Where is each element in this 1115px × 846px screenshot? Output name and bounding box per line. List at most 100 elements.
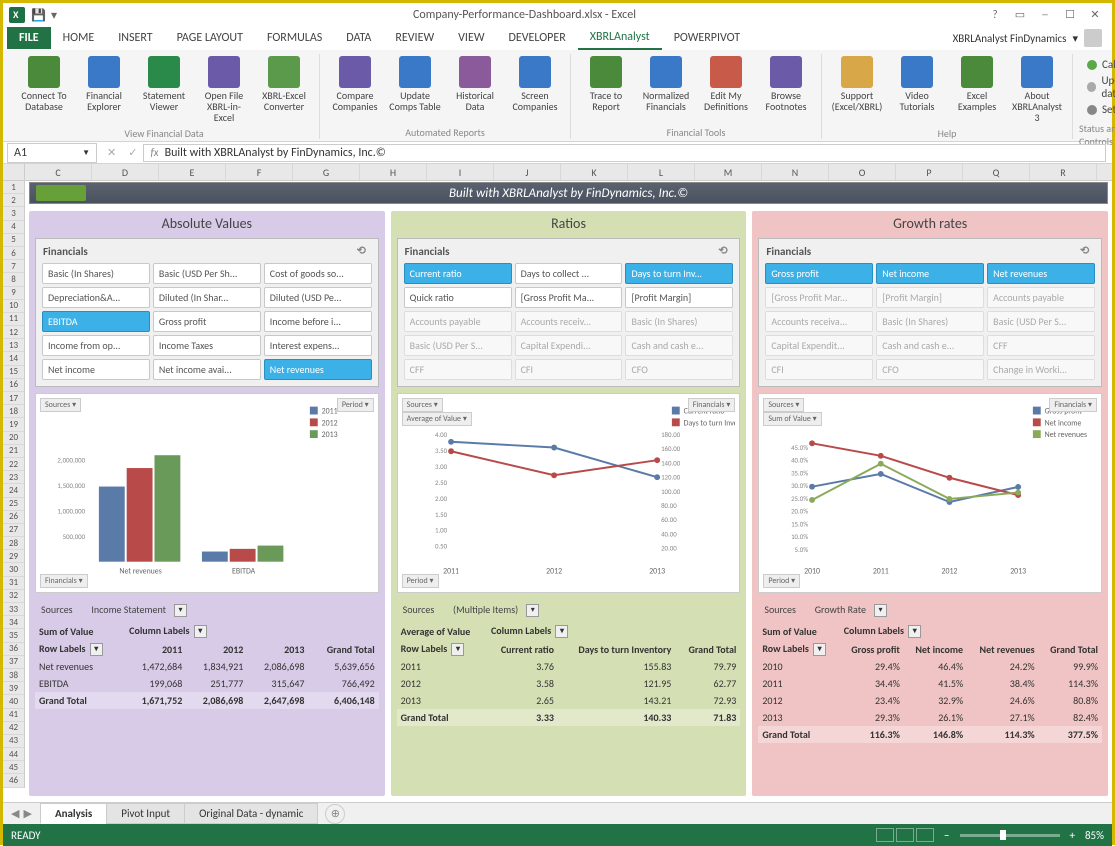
row-header[interactable]: 11 [3, 313, 24, 326]
minimize-button[interactable]: ─ [1034, 6, 1056, 24]
ribbon-compare-companies[interactable]: Compare Companies [326, 54, 384, 114]
slicer-item[interactable]: Basic (In Shares) [42, 263, 150, 284]
slicer-item[interactable]: Gross profit [765, 263, 873, 284]
filter-icon[interactable]: ▾ [194, 625, 207, 638]
view-break-button[interactable] [916, 828, 934, 842]
save-icon[interactable]: 💾 [31, 8, 45, 22]
row-header[interactable]: 22 [3, 458, 24, 471]
ribbon-excel-examples[interactable]: Excel Examples [948, 54, 1006, 114]
ribbon-video-tutorials[interactable]: Video Tutorials [888, 54, 946, 114]
filter-icon[interactable]: ▾ [908, 625, 921, 638]
row-header[interactable]: 46 [3, 774, 24, 787]
col-header[interactable]: N [762, 164, 829, 180]
row-header[interactable]: 34 [3, 616, 24, 629]
row-header[interactable]: 10 [3, 300, 24, 313]
slicer-item[interactable]: Accounts receiv... [515, 311, 623, 332]
row-header[interactable]: 44 [3, 748, 24, 761]
slicer-item[interactable]: Accounts receiva... [765, 311, 873, 332]
row-header[interactable]: 45 [3, 761, 24, 774]
slicer-item[interactable]: Income from op... [42, 335, 150, 356]
zoom-in-button[interactable]: + [1070, 829, 1075, 842]
ribbon-normalized-financials[interactable]: Normalized Financials [637, 54, 695, 114]
row-header[interactable]: 26 [3, 511, 24, 524]
row-header[interactable]: 16 [3, 379, 24, 392]
slicer-item[interactable]: [Gross Profit Mar... [765, 287, 873, 308]
slicer-item[interactable]: Gross profit [153, 311, 261, 332]
ribbon-xbrl-excel-converter[interactable]: XBRL-Excel Converter [255, 54, 313, 114]
chart-filter-financials[interactable]: Financials ▾ [40, 574, 88, 588]
ribbon-update-comps-table[interactable]: Update Comps Table [386, 54, 444, 114]
ribbon-screen-companies[interactable]: Screen Companies [506, 54, 564, 114]
menu-file[interactable]: FILE [7, 27, 51, 49]
zoom-out-button[interactable]: − [944, 829, 949, 842]
row-header[interactable]: 32 [3, 590, 24, 603]
col-header[interactable]: Q [963, 164, 1030, 180]
qat-dropdown-icon[interactable]: ▾ [51, 8, 65, 22]
col-header[interactable]: J [494, 164, 561, 180]
filter-icon[interactable]: ▾ [526, 604, 539, 617]
col-header[interactable]: G [293, 164, 360, 180]
slicer-item[interactable]: Quick ratio [404, 287, 512, 308]
chart-filter-period[interactable]: Period ▾ [402, 574, 439, 588]
col-header[interactable]: K [561, 164, 628, 180]
menu-view[interactable]: VIEW [446, 27, 496, 49]
ribbon-support-excel-xbrl-[interactable]: Support (Excel/XBRL) [828, 54, 886, 114]
slicer-item[interactable]: [Profit Margin] [876, 287, 984, 308]
slicer-item[interactable]: Cost of goods so... [264, 263, 372, 284]
row-header[interactable]: 37 [3, 656, 24, 669]
sheet-tab-pivot-input[interactable]: Pivot Input [106, 803, 185, 824]
col-header[interactable]: P [896, 164, 963, 180]
chart-filter-sum-of-value[interactable]: Sum of Value ▾ [763, 412, 821, 426]
row-header[interactable]: 13 [3, 339, 24, 352]
col-header[interactable]: M [695, 164, 762, 180]
menu-xbrlanalyst[interactable]: XBRLAnalyst [578, 26, 662, 50]
slicer-item[interactable]: CFF [404, 359, 512, 380]
ribbon-trace-to-report[interactable]: Trace to Report [577, 54, 635, 114]
status-calculate[interactable]: Calculate [1087, 58, 1115, 71]
status-settings[interactable]: Settings ▾ [1087, 103, 1115, 116]
ribbon-connect-to-database[interactable]: Connect To Database [15, 54, 73, 114]
status-up-to-date[interactable]: Up-to-date [1087, 74, 1115, 100]
filter-icon[interactable]: ▾ [451, 643, 464, 656]
chart[interactable]: 201120122013500,0001,000,0001,500,0002,0… [35, 393, 379, 593]
slicer-item[interactable]: Current ratio [404, 263, 512, 284]
filter-icon[interactable]: ▾ [555, 625, 568, 638]
slicer-item[interactable]: Diluted (In Shar... [153, 287, 261, 308]
col-header[interactable]: C [25, 164, 92, 180]
slicer-item[interactable]: Change in Worki... [987, 359, 1095, 380]
slicer-item[interactable]: Accounts payable [404, 311, 512, 332]
slicer-item[interactable]: Net revenues [987, 263, 1095, 284]
menu-review[interactable]: REVIEW [383, 27, 446, 49]
filter-icon[interactable]: ▾ [874, 604, 887, 617]
row-header[interactable]: 33 [3, 603, 24, 616]
chart-filter-financials[interactable]: Financials ▾ [688, 398, 736, 412]
slicer-item[interactable]: Net income [876, 263, 984, 284]
slicer-item[interactable]: Income before i... [264, 311, 372, 332]
row-header[interactable]: 2 [3, 194, 24, 207]
row-header[interactable]: 25 [3, 498, 24, 511]
ribbon-financial-explorer[interactable]: Financial Explorer [75, 54, 133, 114]
chart-filter-financials[interactable]: Financials ▾ [1049, 398, 1097, 412]
slicer-item[interactable]: CFF [987, 335, 1095, 356]
row-header[interactable]: 12 [3, 326, 24, 339]
slicer-item[interactable]: CFO [625, 359, 733, 380]
tab-nav-prev[interactable]: ◀ [11, 807, 19, 820]
ribbon-open-file-xbrl-in-excel[interactable]: Open File XBRL-in-Excel [195, 54, 253, 125]
slicer-item[interactable]: Days to collect ... [515, 263, 623, 284]
row-header[interactable]: 39 [3, 682, 24, 695]
sheet-tab-analysis[interactable]: Analysis [40, 803, 107, 824]
slicer-item[interactable]: Cash and cash e... [876, 335, 984, 356]
tab-nav-next[interactable]: ▶ [23, 807, 31, 820]
slicer-item[interactable]: Days to turn Inv... [625, 263, 733, 284]
slicer-item[interactable]: Income Taxes [153, 335, 261, 356]
col-header[interactable]: L [628, 164, 695, 180]
slicer-item[interactable]: CFI [765, 359, 873, 380]
close-button[interactable]: ✕ [1084, 6, 1106, 24]
user-dropdown-icon[interactable]: ▾ [1072, 32, 1078, 45]
chart-filter-sources[interactable]: Sources ▾ [402, 398, 443, 412]
row-header[interactable]: 15 [3, 366, 24, 379]
name-box[interactable]: A1 ▼ [7, 143, 97, 163]
chart[interactable]: Gross profitNet incomeNet revenues5.0%10… [758, 393, 1102, 593]
row-header[interactable]: 23 [3, 471, 24, 484]
row-header[interactable]: 6 [3, 247, 24, 260]
